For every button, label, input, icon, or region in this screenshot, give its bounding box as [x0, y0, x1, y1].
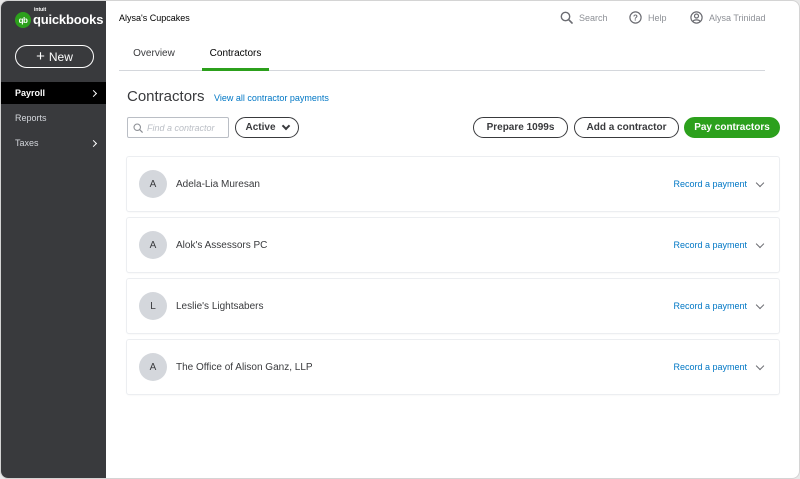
help-link[interactable]: ? Help	[629, 11, 667, 24]
search-label: Search	[579, 12, 608, 23]
contractor-search[interactable]	[127, 117, 229, 138]
record-payment-link[interactable]: Record a payment	[673, 301, 747, 311]
status-filter-value: Active	[245, 122, 276, 133]
avatar: A	[139, 353, 167, 381]
contractor-name: Adela-Lia Muresan	[176, 178, 260, 190]
sidebar: qb intuit quickbooks + New Payroll Repor…	[1, 1, 106, 478]
search-icon	[133, 122, 143, 133]
company-name: Alysa's Cupcakes	[119, 13, 190, 23]
quickbooks-logo[interactable]: qb intuit quickbooks	[15, 7, 104, 30]
sidebar-item-taxes[interactable]: Taxes	[1, 132, 106, 154]
search-link[interactable]: Search	[560, 11, 608, 24]
contractor-name: Leslie's Lightsabers	[176, 300, 264, 312]
record-payment-link[interactable]: Record a payment	[673, 240, 747, 250]
sidebar-item-label: Payroll	[15, 88, 46, 98]
contractor-name: The Office of Alison Ganz, LLP	[176, 361, 313, 373]
status-filter-dropdown[interactable]: Active	[235, 117, 299, 138]
logo-intuit-text: intuit	[34, 7, 47, 13]
contractor-row[interactable]: A Adela-Lia Muresan Record a payment	[127, 157, 779, 211]
contractor-row[interactable]: A Alok's Assessors PC Record a payment	[127, 218, 779, 272]
avatar: L	[139, 292, 167, 320]
new-button[interactable]: + New	[15, 45, 94, 68]
tab-contractors[interactable]: Contractors	[202, 48, 269, 71]
qb-logo-icon: qb	[15, 12, 31, 28]
tab-overview[interactable]: Overview	[119, 48, 189, 71]
avatar: A	[139, 231, 167, 259]
search-input[interactable]	[147, 122, 227, 133]
chevron-down-icon	[281, 121, 290, 130]
sidebar-item-payroll[interactable]: Payroll	[1, 82, 106, 104]
app-window: qb intuit quickbooks + New Payroll Repor…	[0, 0, 800, 479]
pay-contractors-button[interactable]: Pay contractors	[684, 117, 780, 138]
chevron-right-icon	[89, 89, 98, 97]
chevron-down-icon[interactable]	[755, 178, 765, 187]
chevron-right-icon	[89, 139, 98, 147]
tab-bar: Overview Contractors	[119, 48, 765, 71]
new-button-label: New	[48, 49, 73, 64]
help-icon: ?	[629, 11, 642, 24]
contractor-name: Alok's Assessors PC	[176, 239, 268, 251]
plus-icon: +	[36, 48, 45, 65]
avatar: A	[139, 170, 167, 198]
add-contractor-button[interactable]: Add a contractor	[574, 117, 679, 138]
user-icon	[690, 11, 703, 24]
contractor-row[interactable]: A The Office of Alison Ganz, LLP Record …	[127, 340, 779, 394]
sidebar-item-label: Reports	[15, 113, 47, 123]
chevron-down-icon[interactable]	[755, 239, 765, 248]
search-icon	[560, 11, 573, 24]
page-title: Contractors	[127, 88, 205, 105]
prepare-1099s-button[interactable]: Prepare 1099s	[473, 117, 568, 138]
sidebar-item-reports[interactable]: Reports	[1, 107, 106, 129]
chevron-down-icon[interactable]	[755, 361, 765, 370]
chevron-down-icon[interactable]	[755, 300, 765, 309]
svg-text:?: ?	[633, 13, 638, 22]
help-label: Help	[648, 12, 667, 23]
record-payment-link[interactable]: Record a payment	[673, 362, 747, 372]
contractor-row[interactable]: L Leslie's Lightsabers Record a payment	[127, 279, 779, 333]
view-all-payments-link[interactable]: View all contractor payments	[214, 93, 329, 103]
logo-text: quickbooks	[33, 12, 104, 27]
record-payment-link[interactable]: Record a payment	[673, 179, 747, 189]
user-menu[interactable]: Alysa Trinidad	[690, 11, 766, 24]
user-name: Alysa Trinidad	[709, 12, 766, 23]
sidebar-item-label: Taxes	[15, 138, 39, 148]
